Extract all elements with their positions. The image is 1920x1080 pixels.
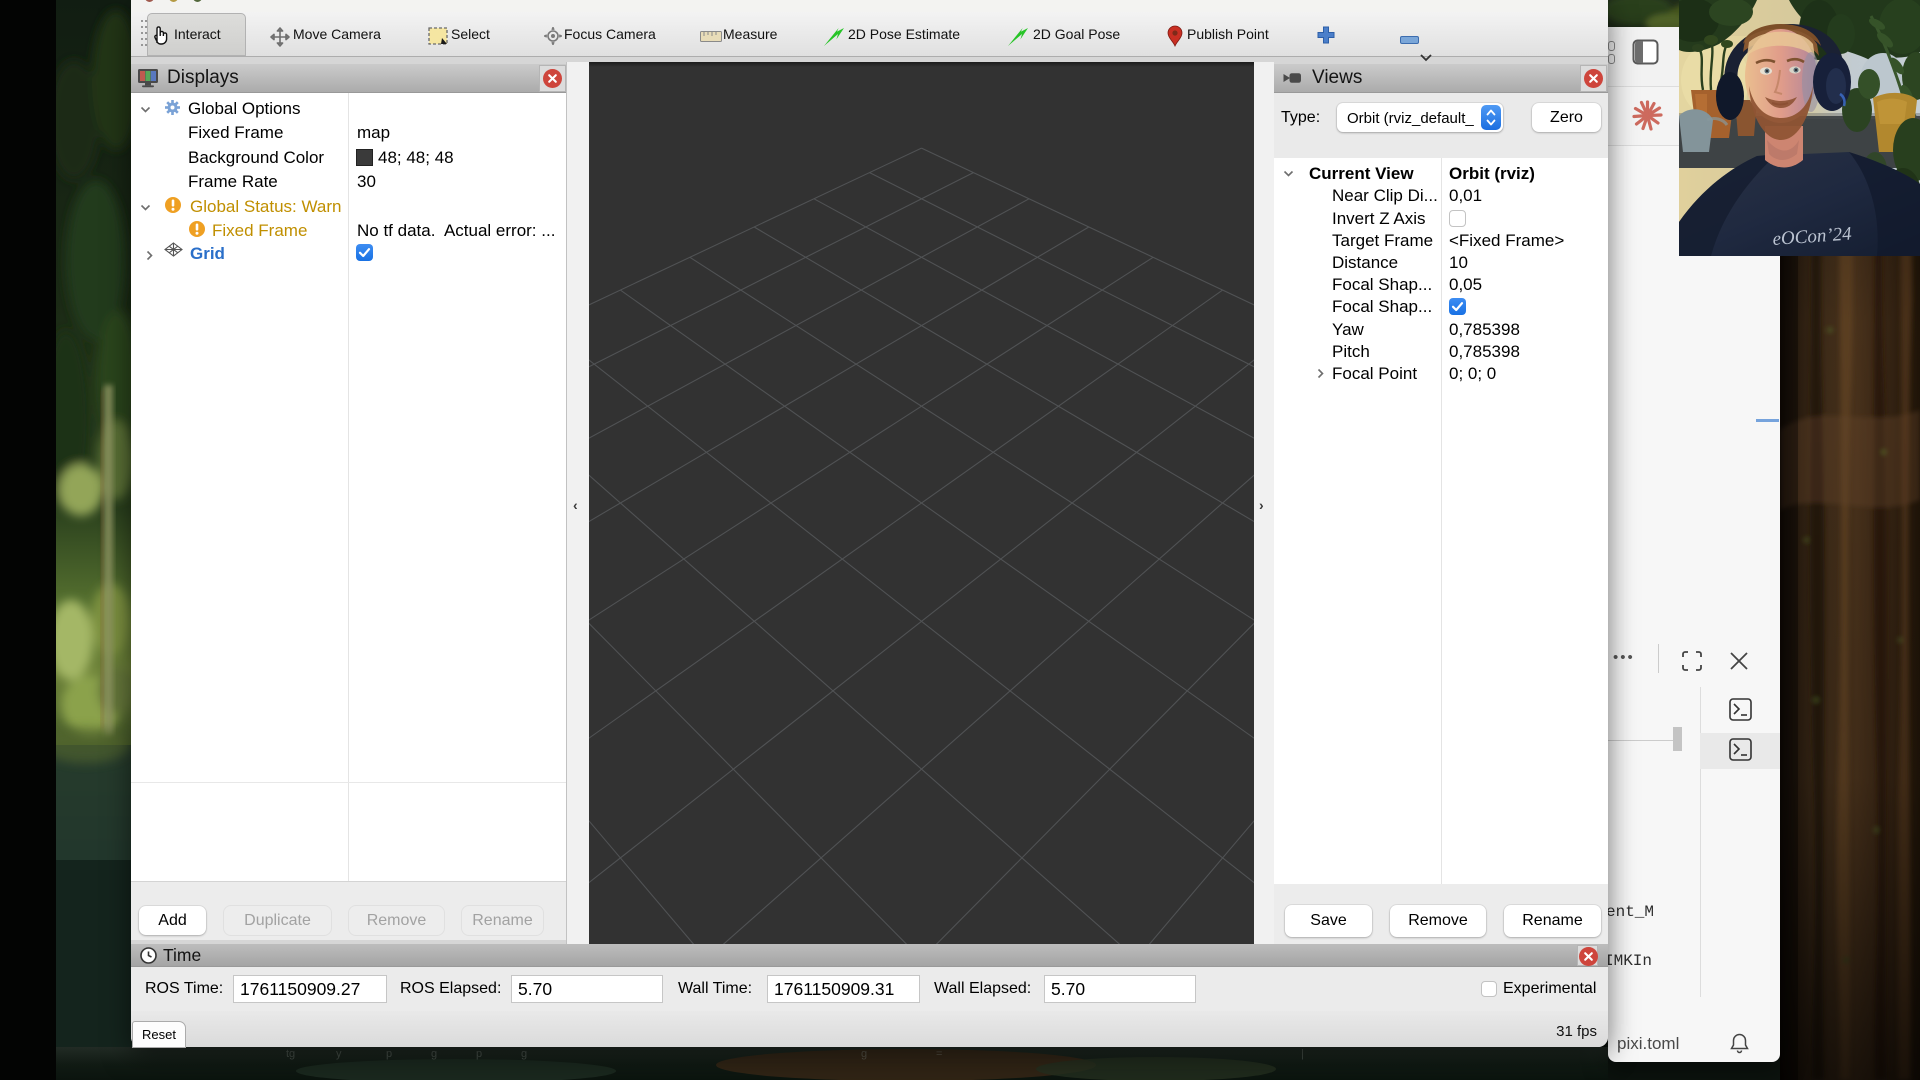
svg-text:tg: tg [286,1048,295,1060]
svg-text:g: g [431,1048,437,1060]
svg-text:|: | [1301,1048,1304,1060]
svg-text:g: g [861,1048,867,1060]
svg-text:p: p [386,1048,392,1060]
svg-text:y: y [336,1048,342,1060]
svg-text:p: p [476,1048,482,1060]
svg-text:=: = [936,1048,942,1060]
svg-text:g: g [521,1048,527,1060]
